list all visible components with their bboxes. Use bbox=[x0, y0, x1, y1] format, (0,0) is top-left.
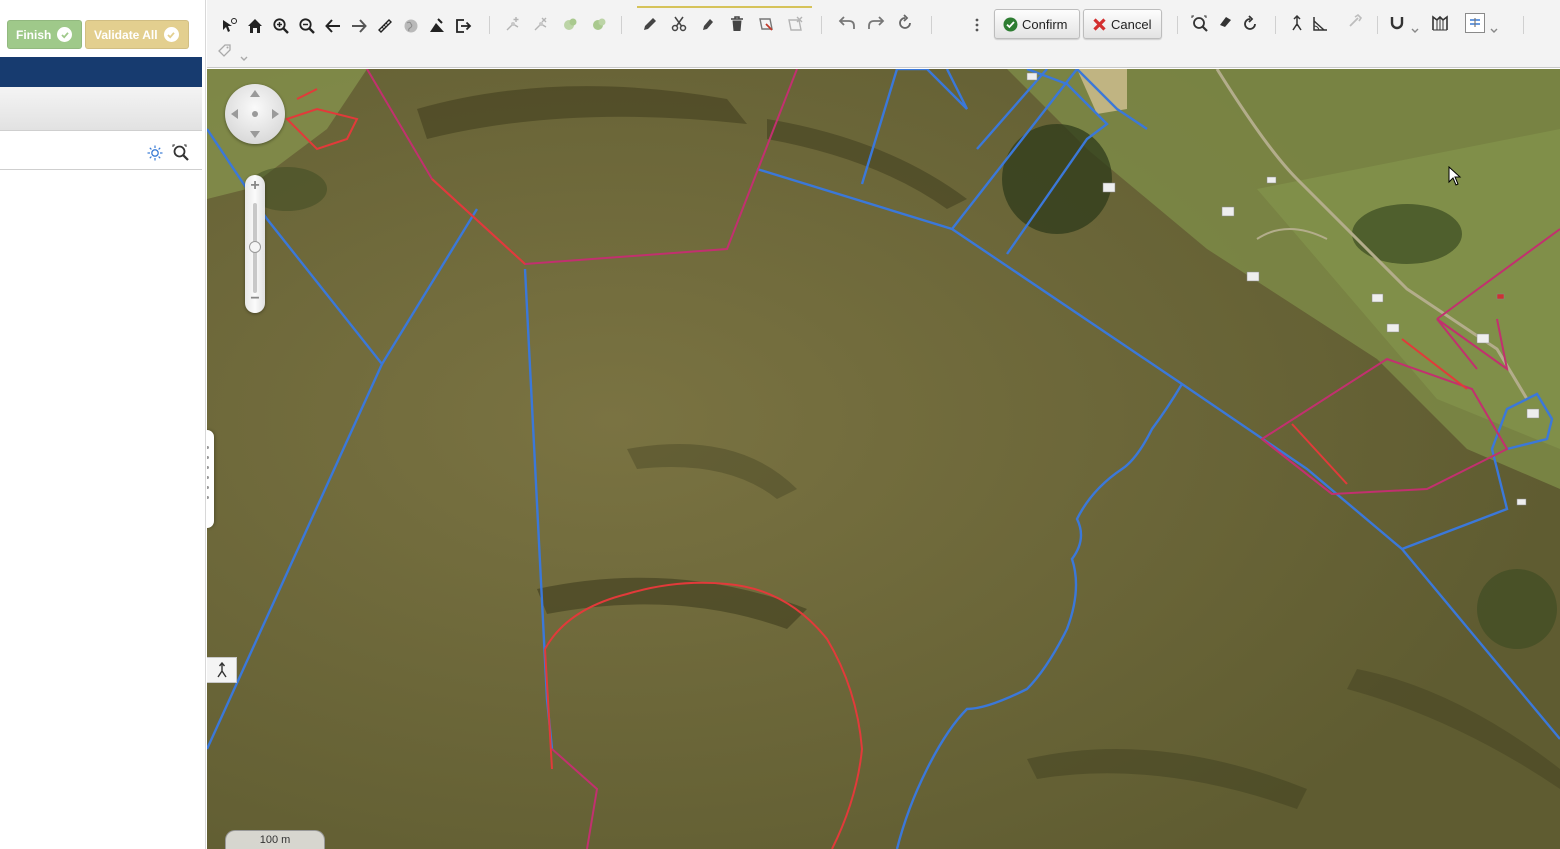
map-grid-icon[interactable] bbox=[1430, 13, 1450, 33]
globe-icon[interactable] bbox=[401, 16, 421, 36]
toolbar-separator bbox=[1177, 16, 1178, 34]
scale-label: 100 m bbox=[259, 834, 291, 846]
left-panel: Finish Validate All bbox=[0, 0, 206, 849]
angle-measure-icon[interactable] bbox=[1310, 14, 1330, 34]
parcel-remove-icon[interactable] bbox=[785, 14, 805, 34]
home-icon[interactable] bbox=[245, 16, 265, 36]
check-circle-icon bbox=[1003, 17, 1018, 31]
toolbar-separator bbox=[821, 16, 822, 34]
cancel-label: Cancel bbox=[1111, 16, 1152, 32]
magnet-snap-icon[interactable] bbox=[1387, 13, 1407, 33]
cut-scissors-icon[interactable] bbox=[669, 14, 689, 34]
draw-pencil-icon[interactable] bbox=[640, 14, 660, 34]
eraser-icon[interactable] bbox=[1215, 12, 1235, 32]
toolbar-separator bbox=[931, 16, 932, 34]
undo-icon[interactable] bbox=[837, 13, 857, 33]
redo-icon[interactable] bbox=[866, 13, 886, 33]
remove-vertex-icon[interactable] bbox=[531, 14, 551, 34]
confirm-button[interactable]: Confirm bbox=[994, 9, 1080, 39]
refresh-icon[interactable] bbox=[895, 13, 915, 33]
tag-icon[interactable] bbox=[215, 41, 235, 61]
pan-down-icon bbox=[250, 131, 260, 138]
split-parcel-icon[interactable] bbox=[589, 14, 609, 34]
layer-switch-icon[interactable] bbox=[1465, 13, 1485, 33]
parcel-edit-icon[interactable] bbox=[756, 14, 776, 34]
chevron-down-icon[interactable] bbox=[234, 49, 254, 69]
edit-pen-icon[interactable] bbox=[698, 14, 718, 34]
toolbar-separator bbox=[621, 16, 622, 34]
mouse-cursor-icon bbox=[1448, 166, 1462, 186]
add-vertex-icon[interactable] bbox=[503, 14, 523, 34]
merge-parcel-icon[interactable] bbox=[560, 14, 580, 34]
zoom-knob[interactable] bbox=[249, 241, 261, 253]
panel-subheader bbox=[0, 87, 202, 131]
north-arrow-icon bbox=[216, 662, 227, 678]
layer-brush-icon[interactable] bbox=[427, 16, 447, 36]
aerial-imagery bbox=[207, 69, 1560, 849]
link-icon[interactable] bbox=[1344, 12, 1364, 32]
pan-control[interactable] bbox=[225, 84, 285, 144]
validate-all-label: Validate All bbox=[94, 27, 158, 42]
toolbar-separator bbox=[489, 16, 490, 34]
panel-collapse-handle[interactable] bbox=[207, 430, 214, 528]
zoom-in-icon[interactable] bbox=[271, 16, 291, 36]
forward-arrow-icon[interactable] bbox=[349, 16, 369, 36]
finish-button[interactable]: Finish bbox=[7, 20, 82, 49]
chevron-down-icon[interactable] bbox=[1405, 21, 1425, 41]
zoom-to-search-icon[interactable] bbox=[172, 144, 190, 162]
validate-all-button[interactable]: Validate All bbox=[85, 20, 189, 49]
toolbar-separator bbox=[1377, 16, 1378, 34]
reset-icon[interactable] bbox=[1240, 14, 1260, 34]
zoom-slider[interactable]: + − bbox=[245, 175, 265, 313]
zoom-select-icon[interactable] bbox=[1190, 14, 1210, 34]
chevron-down-icon[interactable] bbox=[1484, 21, 1504, 41]
edit-tools-highlight bbox=[637, 6, 812, 8]
north-arrow-icon[interactable] bbox=[1287, 13, 1307, 33]
cancel-button[interactable]: Cancel bbox=[1083, 9, 1162, 39]
check-circle-icon bbox=[163, 27, 179, 42]
panel-search-row bbox=[0, 138, 202, 170]
more-vertical-icon[interactable] bbox=[967, 15, 987, 35]
exit-icon[interactable] bbox=[453, 16, 473, 36]
delete-trash-icon[interactable] bbox=[727, 14, 747, 34]
measure-ruler-icon[interactable] bbox=[375, 16, 395, 36]
pan-right-icon bbox=[272, 109, 279, 119]
check-circle-icon bbox=[57, 27, 73, 42]
info-identify-icon[interactable] bbox=[219, 16, 239, 36]
zoom-plus-icon[interactable]: + bbox=[245, 177, 265, 195]
toolbar-separator bbox=[1275, 16, 1276, 34]
panel-header-bar bbox=[0, 57, 202, 87]
toolbar-separator bbox=[1523, 16, 1524, 34]
zoom-out-icon[interactable] bbox=[297, 16, 317, 36]
confirm-label: Confirm bbox=[1022, 16, 1068, 32]
map-toolbar: Confirm Cancel bbox=[207, 0, 1560, 68]
pan-up-icon bbox=[250, 90, 260, 97]
highlight-sun-icon[interactable] bbox=[146, 144, 164, 162]
back-arrow-icon[interactable] bbox=[323, 16, 343, 36]
zoom-minus-icon[interactable]: − bbox=[245, 290, 265, 308]
pan-left-icon bbox=[231, 109, 238, 119]
scale-bar: 100 m bbox=[225, 830, 325, 849]
finish-label: Finish bbox=[16, 27, 52, 42]
map-canvas[interactable]: + − 100 m bbox=[207, 69, 1560, 849]
cancel-x-icon bbox=[1093, 17, 1106, 31]
person-measure-button[interactable] bbox=[207, 657, 237, 683]
